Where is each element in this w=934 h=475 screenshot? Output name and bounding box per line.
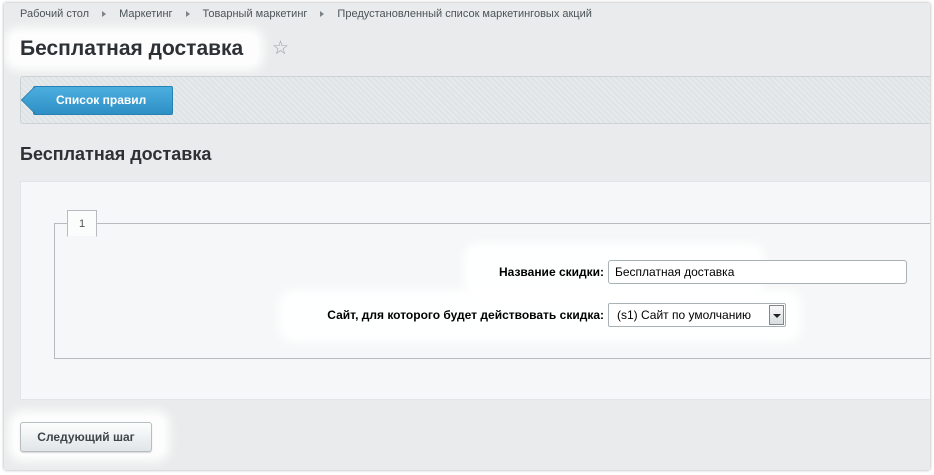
site-select-value: (s1) Сайт по умолчанию bbox=[617, 308, 752, 322]
rule-list-button[interactable]: Список правил bbox=[33, 86, 173, 115]
chevron-right-icon bbox=[102, 11, 107, 18]
site-label: Сайт, для которого будет действовать ски… bbox=[327, 308, 604, 322]
chevron-down-icon[interactable] bbox=[769, 305, 784, 325]
breadcrumb: Рабочий стол Маркетинг Товарный маркетинг П… bbox=[20, 8, 592, 20]
chevron-right-icon bbox=[320, 11, 325, 18]
section-title: Бесплатная доставка bbox=[20, 144, 212, 164]
breadcrumb-item-product-marketing[interactable]: Товарный маркетинг bbox=[203, 8, 308, 20]
toolbar: Список правил bbox=[20, 76, 930, 124]
discount-name-input[interactable] bbox=[608, 260, 907, 284]
next-step-button[interactable]: Следующий шаг bbox=[20, 422, 152, 452]
breadcrumb-item-preset-list[interactable]: Предустановленный список маркетинговых а… bbox=[337, 8, 591, 20]
form-panel: 1 Название скидки: Сайт, для которого бу… bbox=[20, 181, 930, 400]
admin-window: Рабочий стол Маркетинг Товарный маркетинг П… bbox=[4, 3, 930, 470]
form-tab-box: 1 bbox=[54, 210, 930, 359]
breadcrumb-item-desktop[interactable]: Рабочий стол bbox=[20, 8, 89, 20]
discount-name-label: Название скидки: bbox=[498, 265, 604, 279]
star-icon[interactable]: ☆ bbox=[272, 39, 289, 58]
tab-1[interactable]: 1 bbox=[67, 210, 97, 237]
page-title: Бесплатная доставка bbox=[20, 37, 244, 60]
site-select[interactable]: (s1) Сайт по умолчанию bbox=[608, 303, 786, 327]
breadcrumb-item-marketing[interactable]: Маркетинг bbox=[119, 8, 172, 20]
chevron-right-icon bbox=[185, 11, 190, 18]
